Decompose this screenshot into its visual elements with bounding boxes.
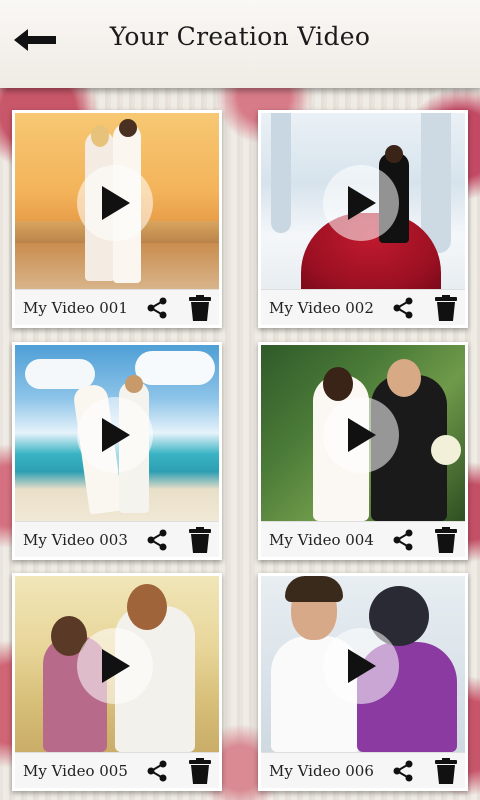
- video-card[interactable]: My Video 002: [258, 110, 468, 328]
- trash-icon: [189, 758, 211, 784]
- video-title: My Video 006: [269, 762, 374, 780]
- play-icon: [102, 649, 130, 683]
- video-thumbnail: [15, 576, 219, 752]
- play-button[interactable]: [323, 628, 399, 704]
- video-thumbnail: [15, 113, 219, 289]
- share-icon: [393, 297, 413, 319]
- share-button[interactable]: [145, 528, 169, 552]
- play-button[interactable]: [77, 397, 153, 473]
- share-icon: [147, 529, 167, 551]
- share-icon: [147, 297, 167, 319]
- video-thumbnail: [261, 345, 465, 521]
- app-header: Your Creation Video: [0, 0, 480, 88]
- video-grid: My Video 001 My Video 002 My Video 003 M…: [0, 0, 480, 800]
- play-icon: [348, 418, 376, 452]
- video-thumbnail: [261, 576, 465, 752]
- play-icon: [348, 186, 376, 220]
- trash-icon: [189, 527, 211, 553]
- video-card-footer: My Video 003: [15, 521, 219, 557]
- share-button[interactable]: [391, 528, 415, 552]
- video-card-footer: My Video 001: [15, 289, 219, 325]
- trash-icon: [189, 295, 211, 321]
- delete-button[interactable]: [435, 295, 457, 321]
- video-card[interactable]: My Video 006: [258, 573, 468, 791]
- video-card-footer: My Video 005: [15, 752, 219, 788]
- play-icon: [348, 649, 376, 683]
- delete-button[interactable]: [189, 758, 211, 784]
- share-button[interactable]: [145, 296, 169, 320]
- video-card[interactable]: My Video 003: [12, 342, 222, 560]
- delete-button[interactable]: [435, 758, 457, 784]
- video-card[interactable]: My Video 004: [258, 342, 468, 560]
- play-button[interactable]: [323, 165, 399, 241]
- play-button[interactable]: [77, 165, 153, 241]
- video-card-footer: My Video 004: [261, 521, 465, 557]
- share-icon: [147, 760, 167, 782]
- delete-button[interactable]: [189, 527, 211, 553]
- share-button[interactable]: [391, 759, 415, 783]
- video-thumbnail: [15, 345, 219, 521]
- play-button[interactable]: [77, 628, 153, 704]
- share-icon: [393, 760, 413, 782]
- share-button[interactable]: [145, 759, 169, 783]
- play-icon: [102, 186, 130, 220]
- delete-button[interactable]: [189, 295, 211, 321]
- video-title: My Video 001: [23, 299, 128, 317]
- video-card-footer: My Video 006: [261, 752, 465, 788]
- trash-icon: [435, 527, 457, 553]
- play-button[interactable]: [323, 397, 399, 473]
- share-button[interactable]: [391, 296, 415, 320]
- share-icon: [393, 529, 413, 551]
- video-title: My Video 002: [269, 299, 374, 317]
- video-title: My Video 003: [23, 531, 128, 549]
- page-title: Your Creation Video: [109, 22, 371, 51]
- delete-button[interactable]: [435, 527, 457, 553]
- trash-icon: [435, 758, 457, 784]
- video-card[interactable]: My Video 005: [12, 573, 222, 791]
- video-thumbnail: [261, 113, 465, 289]
- play-icon: [102, 418, 130, 452]
- video-title: My Video 005: [23, 762, 128, 780]
- video-title: My Video 004: [269, 531, 374, 549]
- video-card[interactable]: My Video 001: [12, 110, 222, 328]
- trash-icon: [435, 295, 457, 321]
- video-card-footer: My Video 002: [261, 289, 465, 325]
